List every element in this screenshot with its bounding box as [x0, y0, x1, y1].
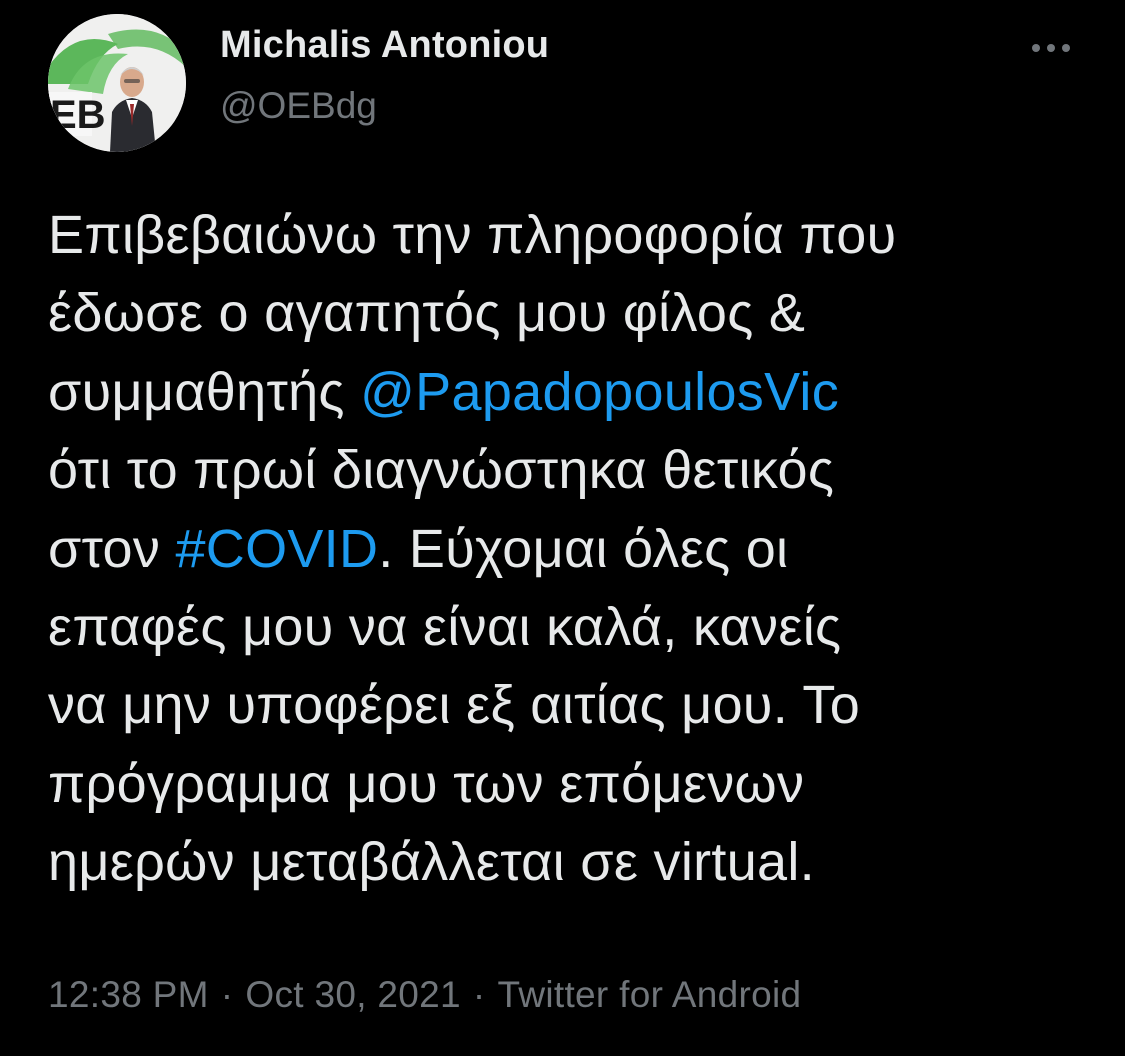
tweet-text-segment: επαφές μου να είναι καλά, κανείς — [48, 597, 842, 658]
tweet-text-line: στον #COVID. Εύχομαι όλες οι — [48, 510, 1088, 588]
tweet-source[interactable]: Twitter for Android — [498, 974, 802, 1015]
avatar[interactable]: EB — [48, 14, 186, 152]
tweet-text-segment: ότι το πρωί διαγνώστηκα θετικός — [48, 440, 835, 501]
author-handle[interactable]: @OEBdg — [220, 85, 377, 127]
avatar-logo-text: EB — [50, 93, 106, 137]
meta-separator: · — [220, 974, 234, 1015]
tweet-text-segment: ημερών μεταβάλλεται σε virtual. — [48, 832, 815, 893]
tweet-text-line: ότι το πρωί διαγνώστηκα θετικός — [48, 431, 1088, 509]
tweet-text-line: Επιβεβαιώνω την πληροφορία που — [48, 196, 1088, 274]
author-name[interactable]: Michalis Antoniou — [220, 24, 549, 67]
tweet-text-line: πρόγραμμα μου των επόμενων — [48, 745, 1088, 823]
tweet-text-line: έδωσε ο αγαπητός μου φίλος & — [48, 274, 1088, 352]
tweet-text-segment: στον — [48, 518, 176, 579]
tweet-text-segment: Επιβεβαιώνω την πληροφορία που — [48, 205, 897, 265]
tweet-text: Επιβεβαιώνω την πληροφορία που έδωσε ο αγ… — [48, 196, 1088, 902]
tweet-date[interactable]: Oct 30, 2021 — [245, 974, 460, 1015]
tweet-text-segment: συμμαθητής — [48, 361, 361, 422]
tweet-text-line: επαφές μου να είναι καλά, κανείς — [48, 588, 1088, 666]
more-button[interactable] — [1026, 30, 1076, 66]
tweet: EB Michalis Antoniou @OEBdg Επιβεβαιώνω … — [0, 0, 1125, 1056]
tweet-text-segment: να μην υποφέρει εξ αιτίας μου. Το — [48, 675, 861, 736]
tweet-text-line: ημερών μεταβάλλεται σε virtual. — [48, 823, 1088, 901]
tweet-time[interactable]: 12:38 PM — [48, 974, 209, 1015]
tweet-text-line: συμμαθητής @PapadopoulosVic — [48, 353, 1088, 431]
meta-separator: · — [472, 974, 486, 1015]
avatar-image: EB — [48, 14, 186, 152]
tweet-meta: 12:38 PM · Oct 30, 2021 · Twitter for Androi… — [48, 974, 801, 1016]
more-horizontal-icon — [1032, 44, 1070, 52]
tweet-text-segment: πρόγραμμα μου των επόμενων — [48, 753, 805, 814]
mention-link[interactable]: @PapadopoulosVic — [360, 362, 839, 422]
hashtag-link[interactable]: #COVID — [175, 519, 378, 579]
tweet-text-segment: . Εύχομαι όλες οι — [378, 518, 789, 579]
tweet-text-line: να μην υποφέρει εξ αιτίας μου. Το — [48, 666, 1088, 744]
tweet-text-segment: έδωσε ο αγαπητός μου φίλος & — [48, 283, 806, 344]
